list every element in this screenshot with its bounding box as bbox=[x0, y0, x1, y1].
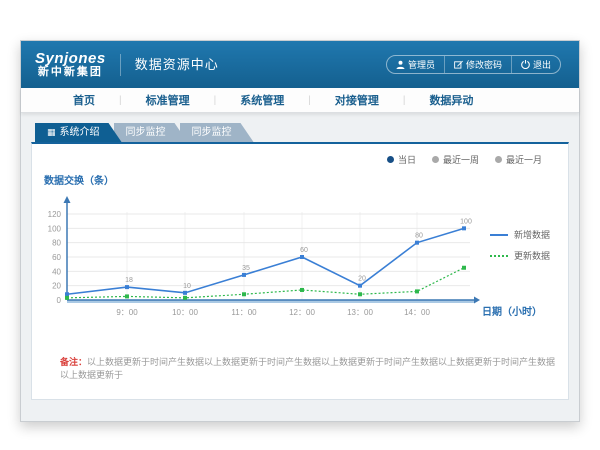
legend-item-updated-data[interactable]: 更新数据 bbox=[490, 249, 550, 262]
nav-item-data-change[interactable]: 数据异动 bbox=[405, 92, 497, 108]
nav-item-home[interactable]: 首页 bbox=[49, 92, 119, 108]
range-filter-last-month[interactable]: 最近一月 bbox=[495, 153, 542, 166]
data-point bbox=[183, 291, 187, 295]
logo-text-cn: 新中新集团 bbox=[35, 67, 106, 79]
tab-bar: ▦ 系统介绍 同步监控 同步监控 bbox=[21, 113, 579, 142]
y-tick-label: 60 bbox=[52, 253, 61, 262]
logout-button[interactable]: 退出 bbox=[511, 56, 560, 73]
y-tick-label: 40 bbox=[52, 267, 61, 276]
data-point bbox=[65, 296, 69, 300]
point-label: 100 bbox=[460, 218, 472, 225]
range-filter-label: 最近一周 bbox=[443, 153, 479, 166]
solid-line-icon bbox=[490, 234, 508, 236]
tab-sync-monitor-2[interactable]: 同步监控 bbox=[180, 123, 254, 142]
dotted-line-icon bbox=[490, 255, 508, 257]
line-chart: 9：00 10：00 11：00 12：00 13：00 14：00 0 20 40 60 80 10… bbox=[32, 194, 568, 334]
data-point bbox=[183, 296, 187, 300]
admin-user-button[interactable]: 管理员 bbox=[387, 56, 444, 73]
data-point bbox=[358, 292, 362, 296]
tab-system-intro[interactable]: ▦ 系统介绍 bbox=[35, 123, 122, 142]
y-axis-title: 数据交换（条） bbox=[44, 172, 114, 187]
nav-item-system-mgmt[interactable]: 系统管理 bbox=[216, 92, 308, 108]
data-point bbox=[300, 255, 304, 259]
y-tick-label: 100 bbox=[48, 224, 62, 233]
footnote-label: 备注： bbox=[60, 357, 87, 367]
x-tick-label: 14：00 bbox=[404, 308, 430, 317]
edit-icon bbox=[454, 60, 463, 69]
user-actions: 管理员 修改密码 退出 bbox=[386, 55, 561, 74]
y-axis-arrow bbox=[64, 196, 71, 203]
range-filter-group: 当日 最近一周 最近一月 bbox=[387, 153, 542, 166]
tab-label: 同步监控 bbox=[192, 127, 232, 138]
logout-label: 退出 bbox=[533, 58, 551, 71]
app-window: Synjones 新中新集团 数据资源中心 管理员 修改密码 退出 bbox=[20, 40, 580, 422]
point-label: 20 bbox=[358, 276, 366, 283]
x-tick-label: 12：00 bbox=[289, 308, 315, 317]
data-point bbox=[125, 294, 129, 298]
radio-dot-icon bbox=[495, 156, 502, 163]
data-point bbox=[415, 289, 419, 293]
x-tick-label: 13：00 bbox=[347, 308, 373, 317]
change-password-label: 修改密码 bbox=[466, 58, 502, 71]
data-point bbox=[242, 292, 246, 296]
tab-label: 同步监控 bbox=[126, 127, 166, 138]
chart-panel: 当日 最近一周 最近一月 数据交换（条） 9：00 10：00 11：00 12：00… bbox=[31, 142, 569, 400]
data-point bbox=[462, 266, 466, 270]
grid-icon: ▦ bbox=[47, 128, 56, 137]
data-point bbox=[358, 284, 362, 288]
radio-dot-icon bbox=[387, 156, 394, 163]
nav-item-interface-mgmt[interactable]: 对接管理 bbox=[311, 92, 403, 108]
page-title: 数据资源中心 bbox=[120, 54, 219, 76]
change-password-button[interactable]: 修改密码 bbox=[444, 56, 511, 73]
range-filter-today[interactable]: 当日 bbox=[387, 153, 416, 166]
data-point bbox=[415, 241, 419, 245]
logo-text-en: Synjones bbox=[35, 51, 106, 67]
point-label: 80 bbox=[415, 233, 423, 240]
data-point bbox=[65, 292, 69, 296]
range-filter-label: 当日 bbox=[398, 153, 416, 166]
y-tick-label: 20 bbox=[52, 282, 61, 291]
data-point bbox=[125, 285, 129, 289]
footnote-text: 以上数据更新于时间产生数据以上数据更新于时间产生数据以上数据更新于时间产生数据以… bbox=[60, 357, 555, 380]
app-header: Synjones 新中新集团 数据资源中心 管理员 修改密码 退出 bbox=[21, 41, 579, 88]
data-point bbox=[242, 273, 246, 277]
range-filter-last-week[interactable]: 最近一周 bbox=[432, 153, 479, 166]
range-filter-label: 最近一月 bbox=[506, 153, 542, 166]
footnote: 备注：以上数据更新于时间产生数据以上数据更新于时间产生数据以上数据更新于时间产生… bbox=[60, 356, 560, 381]
chart-container: 9：00 10：00 11：00 12：00 13：00 14：00 0 20 40 60 80 10… bbox=[32, 194, 568, 334]
tab-sync-monitor-1[interactable]: 同步监控 bbox=[114, 123, 188, 142]
y-tick-label: 0 bbox=[57, 296, 62, 305]
data-point bbox=[300, 288, 304, 292]
point-label: 35 bbox=[242, 265, 250, 272]
x-axis-title: 日期（小时） bbox=[482, 305, 542, 318]
point-label: 18 bbox=[125, 277, 133, 284]
point-label: 10 bbox=[183, 283, 191, 290]
y-tick-label: 120 bbox=[48, 210, 62, 219]
x-axis-arrow bbox=[474, 297, 480, 304]
nav-item-standard-mgmt[interactable]: 标准管理 bbox=[122, 92, 214, 108]
company-logo: Synjones 新中新集团 bbox=[35, 51, 106, 78]
y-tick-label: 80 bbox=[52, 239, 61, 248]
x-tick-label: 10：00 bbox=[172, 308, 198, 317]
data-point bbox=[462, 226, 466, 230]
x-tick-label: 9：00 bbox=[116, 308, 138, 317]
content-area: ▦ 系统介绍 同步监控 同步监控 当日 最近一周 bbox=[21, 113, 579, 423]
chart-legend: 新增数据 更新数据 bbox=[490, 228, 550, 270]
radio-dot-icon bbox=[432, 156, 439, 163]
legend-label: 更新数据 bbox=[514, 249, 550, 262]
main-nav: 首页 | 标准管理 | 系统管理 | 对接管理 | 数据异动 bbox=[21, 88, 579, 113]
admin-user-label: 管理员 bbox=[408, 58, 435, 71]
legend-label: 新增数据 bbox=[514, 228, 550, 241]
user-icon bbox=[396, 60, 405, 69]
legend-item-new-data[interactable]: 新增数据 bbox=[490, 228, 550, 241]
power-icon bbox=[521, 60, 530, 69]
tab-label: 系统介绍 bbox=[60, 123, 100, 142]
point-label: 60 bbox=[300, 247, 308, 254]
x-tick-label: 11：00 bbox=[231, 308, 257, 317]
